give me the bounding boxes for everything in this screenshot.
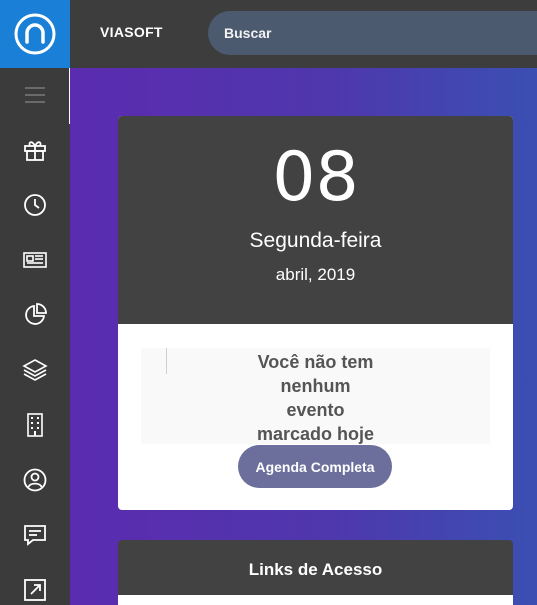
external-link-icon[interactable] — [20, 575, 50, 605]
logo-icon — [14, 13, 56, 55]
month-year-label: abril, 2019 — [275, 265, 356, 284]
top-bar: VIASOFT Buscar — [0, 0, 537, 68]
app-logo[interactable] — [0, 0, 70, 68]
events-list: Você não tem nenhum evento marcado hoje — [141, 348, 490, 444]
calendar-header: 08 Segunda-feira abril, 2019 — [118, 116, 513, 324]
search-input[interactable]: Buscar — [208, 11, 537, 55]
weekday-label: Segunda-feira — [249, 229, 382, 252]
day-number: 08 — [272, 138, 359, 217]
newspaper-icon[interactable] — [20, 245, 50, 275]
user-circle-icon[interactable] — [20, 465, 50, 495]
chat-icon[interactable] — [20, 520, 50, 550]
brand-name: VIASOFT — [100, 24, 163, 40]
clock-icon[interactable] — [20, 190, 50, 220]
empty-events-message: Você não tem nenhum evento marcado hoje — [256, 352, 375, 444]
search-placeholder: Buscar — [224, 25, 272, 41]
layers-icon[interactable] — [20, 355, 50, 385]
menu-icon[interactable] — [20, 80, 50, 110]
building-icon[interactable] — [20, 410, 50, 440]
full-agenda-button[interactable]: Agenda Completa — [238, 445, 392, 488]
gift-icon[interactable] — [20, 135, 50, 165]
pie-chart-icon[interactable] — [20, 300, 50, 330]
sidebar — [0, 68, 70, 605]
access-links-header[interactable]: Links de Acesso — [118, 540, 513, 600]
main-content: 08 Segunda-feira abril, 2019 Você não te… — [70, 68, 537, 605]
access-links-body — [118, 595, 513, 605]
calendar-card: 08 Segunda-feira abril, 2019 Você não te… — [118, 116, 513, 510]
